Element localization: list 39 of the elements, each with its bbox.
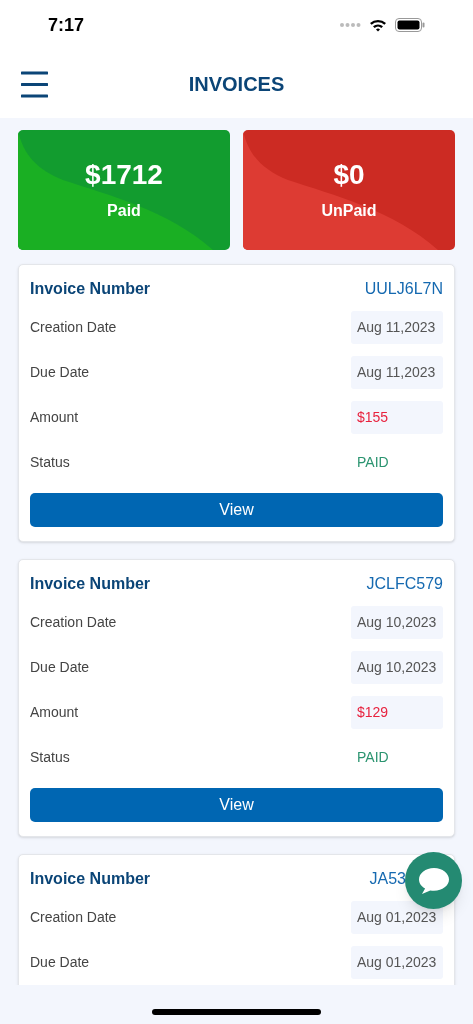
- field-label: Creation Date: [30, 613, 117, 632]
- amount-value: $129: [351, 696, 443, 729]
- invoice-number: JA53: [369, 869, 406, 889]
- invoice-number-label: Invoice Number: [30, 869, 151, 889]
- summary-label: Paid: [107, 203, 141, 219]
- field-label: Due Date: [30, 658, 90, 677]
- speech-bubble-icon: [416, 865, 451, 896]
- amount-value: $155: [351, 401, 443, 434]
- field-label: Status: [30, 453, 70, 472]
- status-value: PAID: [356, 748, 390, 767]
- menu-icon: [21, 71, 48, 98]
- invoice-number: UULJ6L7N: [364, 279, 443, 299]
- page-title: INVOICES: [188, 72, 285, 97]
- invoice-number-label: Invoice Number: [30, 279, 151, 299]
- field-label: Due Date: [30, 953, 90, 972]
- wifi-icon: [369, 18, 387, 32]
- summary-amount: $0: [333, 161, 365, 189]
- signal-icon: [339, 22, 361, 28]
- invoice-number: JCLFC579: [366, 574, 443, 594]
- summary-label: UnPaid: [321, 203, 377, 219]
- view-button[interactable]: View: [30, 493, 443, 527]
- date-value: Aug 10,2023: [351, 606, 443, 639]
- field-label: Creation Date: [30, 908, 117, 927]
- date-value: Aug 11,2023: [351, 311, 443, 344]
- date-value: Aug 10,2023: [351, 651, 443, 684]
- date-value: Aug 01,2023: [351, 946, 443, 979]
- summary-amount: $1712: [85, 161, 163, 189]
- menu-button[interactable]: [21, 71, 48, 98]
- battery-icon: [395, 18, 425, 32]
- field-label: Amount: [30, 703, 79, 722]
- status-time: 7:17: [48, 13, 85, 37]
- field-label: Creation Date: [30, 318, 117, 337]
- view-button[interactable]: View: [30, 788, 443, 822]
- field-label: Due Date: [30, 363, 90, 382]
- field-label: Amount: [30, 408, 79, 427]
- invoice-number-label: Invoice Number: [30, 574, 151, 594]
- date-value: Aug 11,2023: [351, 356, 443, 389]
- field-label: Status: [30, 748, 70, 767]
- status-value: PAID: [356, 453, 390, 472]
